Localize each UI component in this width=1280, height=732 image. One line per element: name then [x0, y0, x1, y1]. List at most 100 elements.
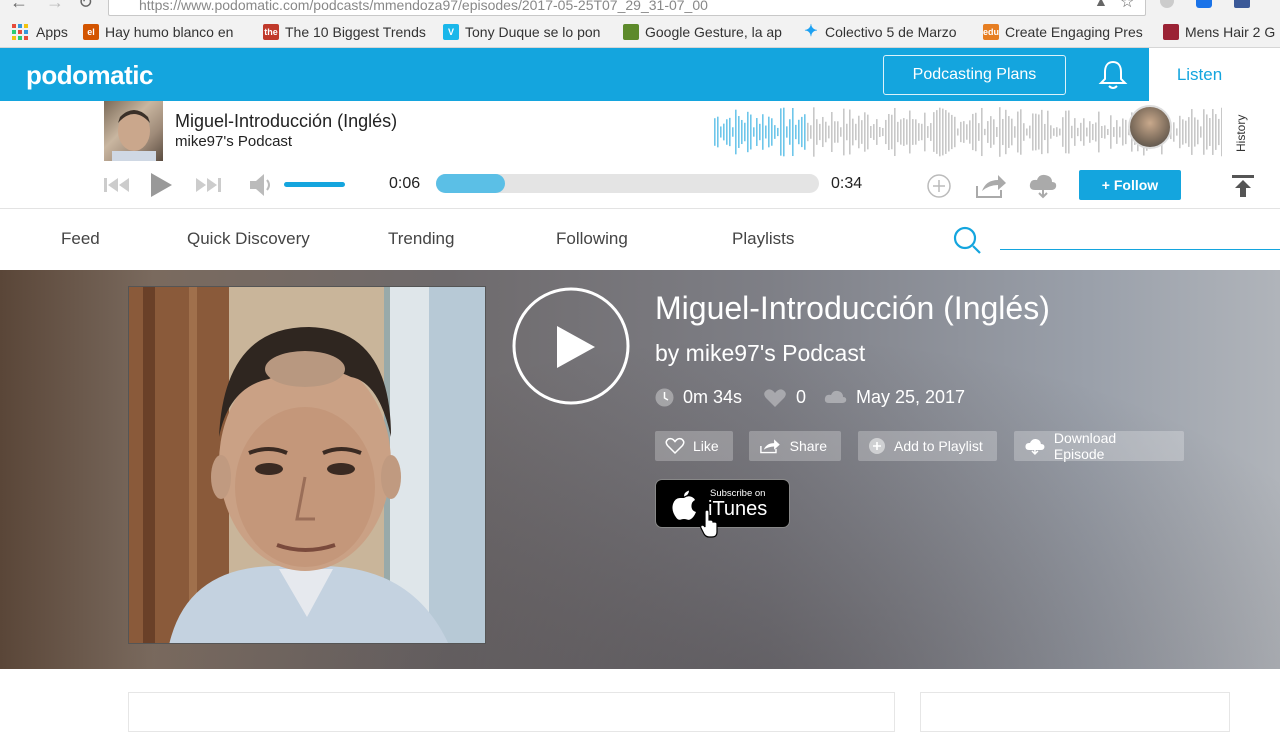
waveform-bar	[828, 125, 830, 139]
bell-icon[interactable]	[1096, 58, 1130, 92]
apps-grid-icon	[12, 24, 28, 40]
nav-quick-discovery[interactable]: Quick Discovery	[187, 229, 310, 249]
waveform-bar	[1086, 127, 1088, 137]
the-favicon: the	[263, 24, 279, 40]
waveform-bar	[1209, 118, 1211, 146]
bookmark-star-icon[interactable]: ☆	[1120, 0, 1134, 12]
nav-feed[interactable]: Feed	[61, 229, 100, 249]
bookmark-item[interactable]: V Tony Duque se lo pon	[443, 22, 600, 42]
bookmark-label: Hay humo blanco en	[105, 24, 234, 40]
bookmark-item[interactable]: el Hay humo blanco en	[83, 22, 233, 42]
collapse-up-icon[interactable]	[1231, 173, 1255, 199]
waveform-bar	[837, 121, 839, 143]
waveform-bar	[870, 126, 872, 138]
progress-bar[interactable]	[436, 174, 819, 193]
itunes-subscribe-button[interactable]: Subscribe on iTunes	[655, 479, 790, 528]
previous-icon[interactable]	[103, 175, 131, 195]
waveform-bar	[972, 113, 974, 151]
nav-playlists[interactable]: Playlists	[732, 229, 794, 249]
mini-player-title[interactable]: Miguel-Introducción (Inglés)	[175, 111, 397, 132]
user-avatar[interactable]	[1128, 105, 1172, 149]
waveform-bar	[945, 110, 947, 154]
download-cloud-icon[interactable]	[1028, 172, 1058, 200]
waveform-bar	[753, 127, 755, 137]
waveform-bar	[834, 121, 836, 143]
add-to-playlist-button[interactable]: Add to Playlist	[858, 431, 997, 461]
waveform-bar	[807, 122, 809, 142]
main-nav: Feed Quick Discovery Trending Following …	[0, 209, 1280, 270]
like-button[interactable]: Like	[655, 431, 733, 461]
share-button[interactable]: Share	[749, 431, 841, 461]
bookmark-item[interactable]: edu Create Engaging Pres	[983, 22, 1143, 42]
extension-icon[interactable]	[1196, 0, 1212, 8]
bookmark-item[interactable]: ✦ Colectivo 5 de Marzo	[803, 22, 956, 42]
waveform-bar	[717, 116, 719, 148]
twitter-icon: ✦	[804, 23, 818, 40]
waveform-bar	[816, 119, 818, 145]
podcasting-plans-button[interactable]: Podcasting Plans	[883, 55, 1066, 95]
bookmark-item[interactable]: Mens Hair 2 G	[1163, 22, 1275, 42]
waveform-bar	[1095, 122, 1097, 142]
bookmark-apps[interactable]: Apps	[12, 22, 68, 42]
bookmark-label: Create Engaging Pres	[1005, 24, 1143, 40]
play-episode-button[interactable]	[511, 286, 631, 406]
waveform-bar	[1215, 114, 1217, 150]
bookmark-item[interactable]: Google Gesture, la ap	[623, 22, 782, 42]
current-time: 0:06	[389, 175, 421, 192]
episode-date: May 25, 2017	[823, 387, 965, 408]
podomatic-logo[interactable]: podomatic	[26, 60, 153, 91]
listen-tab[interactable]: Listen	[1149, 48, 1280, 101]
reload-icon[interactable]: ↻	[78, 0, 93, 13]
mini-player-podcast[interactable]: mike97's Podcast	[175, 133, 292, 150]
waveform-bar	[858, 115, 860, 149]
add-circle-icon[interactable]	[926, 173, 952, 199]
bookmark-label: Google Gesture, la ap	[645, 24, 782, 40]
share-icon[interactable]	[974, 172, 1008, 200]
waveform-bar	[846, 123, 848, 141]
nav-following[interactable]: Following	[556, 229, 628, 249]
download-episode-button[interactable]: Download Episode	[1014, 430, 1184, 462]
volume-icon[interactable]	[247, 171, 275, 199]
episode-hero: Miguel-Introducción (Inglés) by mike97's…	[0, 270, 1280, 669]
search-underline	[1000, 249, 1280, 250]
waveform-bar	[1017, 111, 1019, 153]
follow-button[interactable]: + Follow	[1079, 170, 1181, 200]
waveform-bar	[1065, 110, 1067, 154]
nav-trending[interactable]: Trending	[388, 229, 454, 249]
waveform-bar	[783, 107, 785, 157]
waveform-bar	[1071, 125, 1073, 139]
add-circle-icon	[869, 438, 885, 454]
waveform-bar	[978, 123, 980, 141]
play-icon[interactable]	[148, 171, 174, 199]
history-tab[interactable]: History	[1234, 115, 1248, 152]
extension-icon[interactable]	[1234, 0, 1250, 8]
waveform-bar	[1188, 117, 1190, 147]
search-icon[interactable]	[952, 225, 984, 257]
bookmark-item[interactable]: the The 10 Biggest Trends	[263, 22, 426, 42]
forward-icon[interactable]: →	[46, 0, 64, 13]
back-icon[interactable]: ←	[10, 0, 28, 13]
waveform-bar	[948, 112, 950, 152]
waveform-bar	[852, 118, 854, 146]
volume-slider[interactable]	[284, 182, 345, 187]
episode-author[interactable]: by mike97's Podcast	[655, 340, 865, 367]
waveform-bar	[801, 116, 803, 148]
waveform-bar	[942, 108, 944, 156]
waveform-bar	[786, 126, 788, 138]
waveform-bar	[855, 123, 857, 141]
extension-icon[interactable]: ▲	[1094, 0, 1108, 9]
waveform-bar	[1122, 118, 1124, 146]
waveform-bar	[810, 125, 812, 139]
waveform-bar	[1191, 109, 1193, 155]
waveform-bar	[822, 116, 824, 148]
mini-player: Miguel-Introducción (Inglés) mike97's Po…	[0, 101, 1280, 163]
waveform-bar	[1089, 121, 1091, 143]
episode-thumbnail[interactable]	[104, 101, 163, 163]
waveform-bar	[714, 118, 716, 146]
waveform-bar	[1011, 118, 1013, 146]
next-icon[interactable]	[194, 175, 222, 195]
search-input[interactable]	[1000, 227, 1280, 249]
waveform-bar	[903, 118, 905, 146]
address-bar[interactable]: https://www.podomatic.com/podcasts/mmend…	[108, 0, 1146, 16]
extension-icon[interactable]	[1160, 0, 1174, 8]
